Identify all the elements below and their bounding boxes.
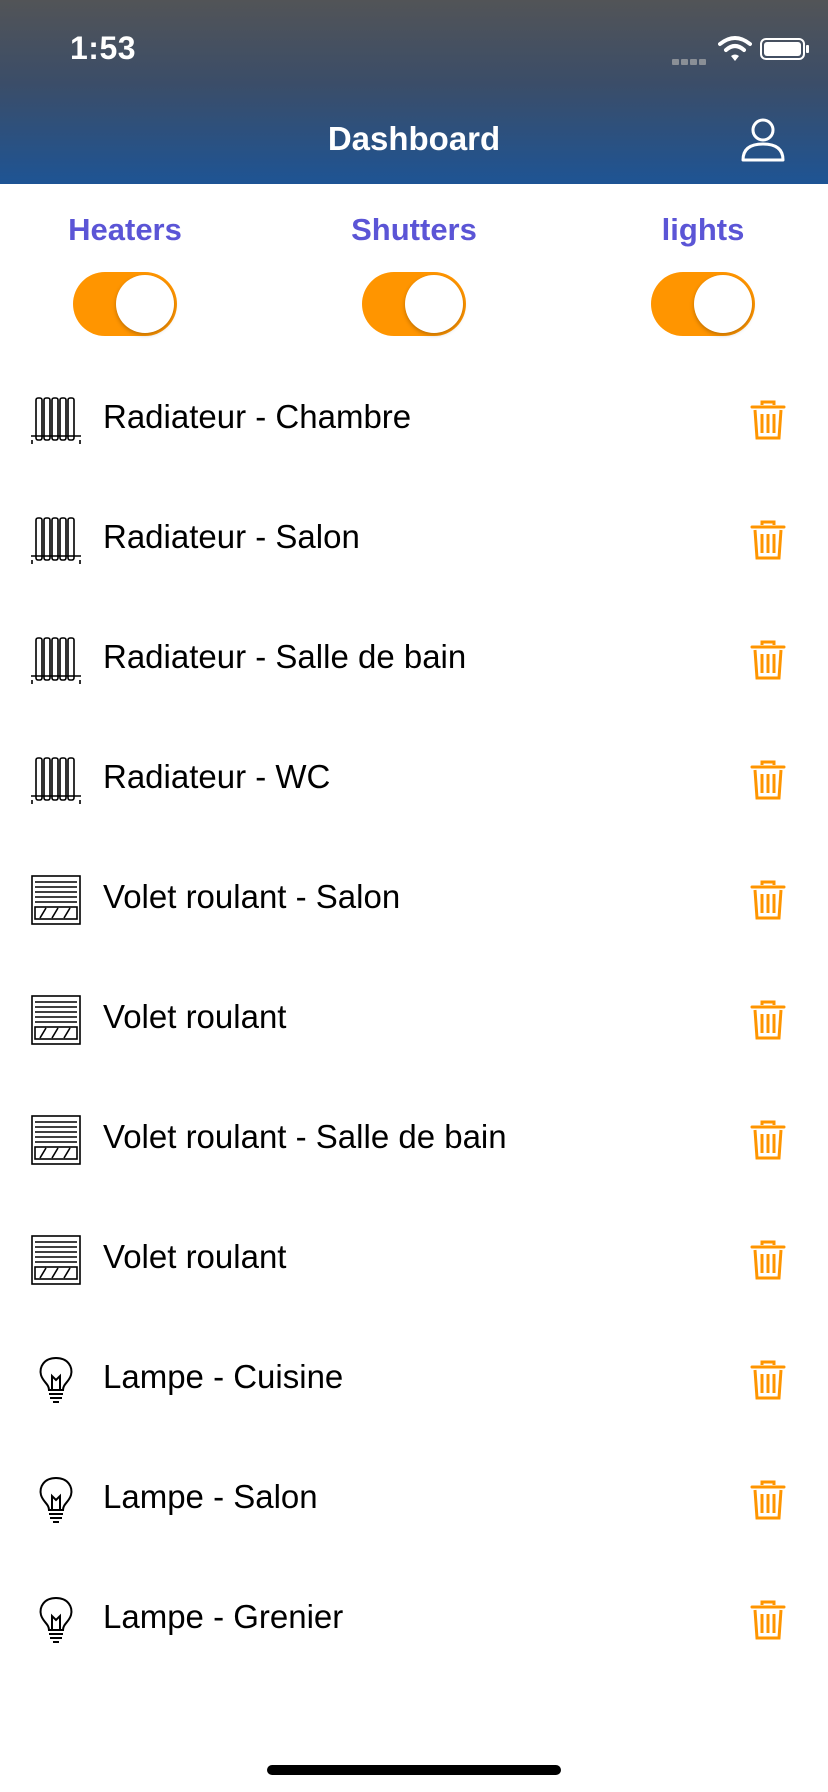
device-row[interactable]: Radiateur - Salon [0,480,828,600]
device-row[interactable]: Lampe - Salon [0,1440,828,1560]
page-title: Dashboard [327,120,501,157]
device-row[interactable]: Lampe - Cuisine [0,1320,828,1440]
radiator-icon [30,634,82,686]
device-label: Volet roulant [103,998,287,1035]
trash-icon[interactable] [750,520,786,560]
shutter-icon [30,1234,82,1286]
trash-icon[interactable] [750,1240,786,1280]
trash-icon[interactable] [750,400,786,440]
device-row[interactable]: Radiateur - Salle de bain [0,600,828,720]
device-row[interactable]: Lampe - Grenier [0,1560,828,1680]
category-lights: lights [578,184,828,344]
radiator-icon [30,754,82,806]
lightbulb-icon [30,1354,82,1406]
trash-icon[interactable] [750,880,786,920]
status-time: 1:53 [70,30,137,66]
device-row[interactable]: Volet roulant [0,1200,828,1320]
device-row[interactable]: Radiateur - WC [0,720,828,840]
trash-icon[interactable] [750,640,786,680]
trash-icon[interactable] [750,1480,786,1520]
device-label: Lampe - Cuisine [103,1358,344,1395]
lights-toggle[interactable] [651,272,755,336]
trash-icon[interactable] [750,1600,786,1640]
device-label: Volet roulant - Salon [103,878,401,915]
device-label: Lampe - Grenier [103,1598,344,1635]
trash-icon[interactable] [750,1360,786,1400]
radiator-icon [30,394,82,446]
trash-icon[interactable] [750,1000,786,1040]
device-row[interactable]: Volet roulant - Salle de bain [0,1080,828,1200]
category-heaters: Heaters [0,184,250,344]
category-shutters: Shutters [289,184,539,344]
device-label: Radiateur - Salle de bain [103,638,467,675]
device-label: Volet roulant - Salle de bain [103,1118,507,1155]
lightbulb-icon [30,1594,82,1646]
radiator-icon [30,514,82,566]
device-row[interactable]: Radiateur - Chambre [0,360,828,480]
device-label: Radiateur - Chambre [103,398,412,435]
shutter-icon [30,874,82,926]
device-list[interactable]: Radiateur - Chambre Radiateur - Salon Radi… [0,360,828,1720]
heaters-toggle[interactable] [73,272,177,336]
shutters-toggle[interactable] [362,272,466,336]
category-toggles: Heaters Shutters lights [0,184,828,344]
device-label: Radiateur - WC [103,758,331,795]
category-label-heaters: Heaters [68,212,182,247]
person-icon[interactable] [740,116,786,162]
device-label: Lampe - Salon [103,1478,318,1515]
lightbulb-icon [30,1474,82,1526]
trash-icon[interactable] [750,760,786,800]
device-row[interactable]: Volet roulant - Salon [0,840,828,960]
device-row[interactable]: Volet roulant [0,960,828,1080]
category-label-shutters: Shutters [351,212,477,247]
shutter-icon [30,994,82,1046]
navigation-header: 1:53 Dashboard [0,0,828,184]
shutter-icon [30,1114,82,1166]
home-indicator [267,1765,561,1775]
wifi-icon [718,36,752,61]
trash-icon[interactable] [750,1120,786,1160]
category-label-lights: lights [661,212,745,247]
device-label: Radiateur - Salon [103,518,360,555]
battery-icon [760,38,809,60]
device-label: Volet roulant [103,1238,287,1275]
cellular-signal-icon [672,52,712,65]
